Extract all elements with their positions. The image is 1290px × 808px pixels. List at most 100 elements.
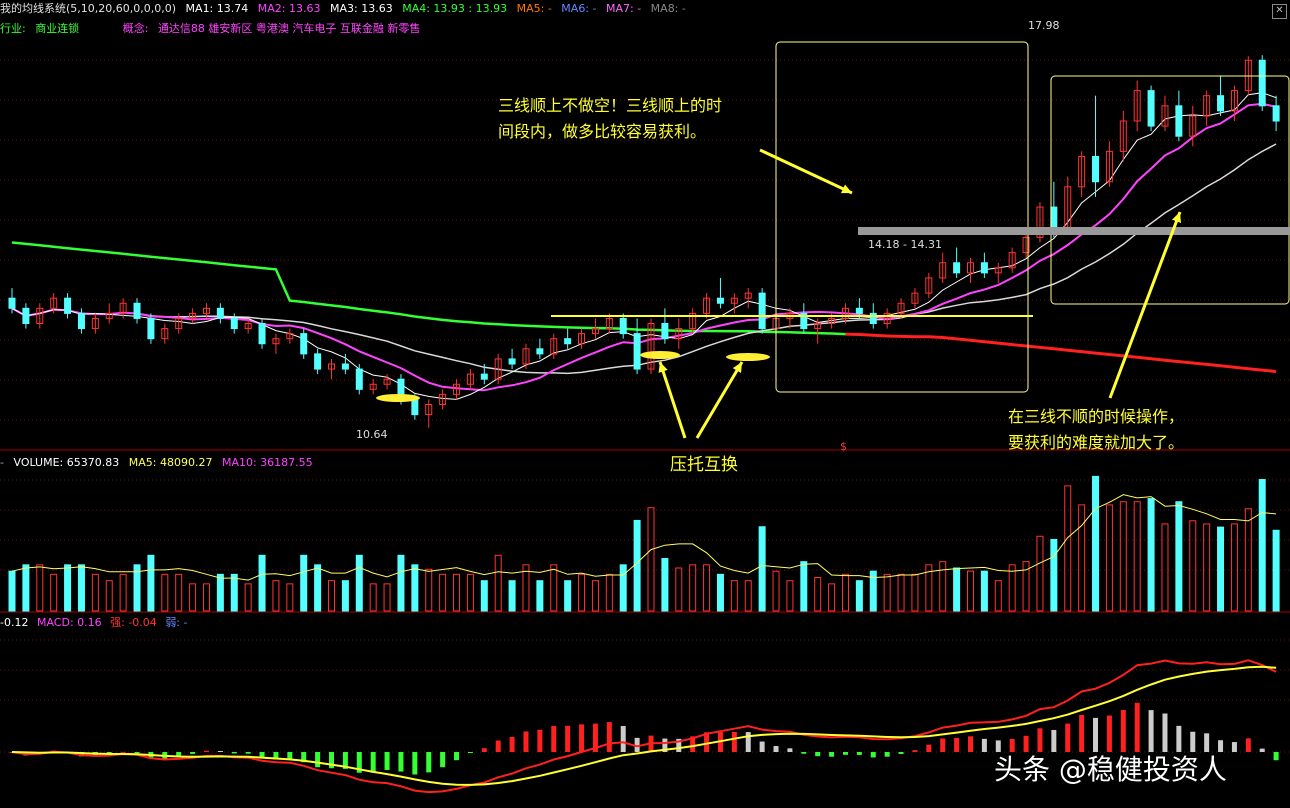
candle-body — [480, 373, 488, 380]
arrow-support-2 — [695, 361, 744, 439]
volume-bar — [1036, 535, 1044, 612]
candle-body — [258, 323, 266, 345]
macd-histogram-bar — [884, 752, 890, 757]
candle-body — [716, 297, 724, 304]
volume-bar — [1189, 520, 1197, 612]
macd-histogram-bar — [481, 748, 487, 752]
candle-body — [133, 302, 141, 319]
macd-histogram-bar — [801, 752, 807, 754]
volume-bar — [883, 573, 891, 612]
volume-ma5-line — [11, 494, 1277, 581]
volume-bar — [50, 573, 58, 612]
volume-bar — [1244, 508, 1252, 612]
candle-body — [633, 333, 641, 370]
macd-histogram-bar — [981, 738, 987, 752]
volume-bar — [1230, 523, 1238, 612]
volume-bar — [953, 567, 961, 612]
volume-bar — [1092, 475, 1100, 612]
note-bottom-line2: 要获利的难度就加大了。 — [1008, 433, 1185, 452]
volume-bar — [1272, 529, 1280, 612]
volume-bar — [411, 564, 419, 612]
volume-bar — [453, 573, 461, 612]
volume-bar — [800, 561, 808, 612]
macd-histogram-bar — [1259, 748, 1265, 752]
note-top-line1: 三线顺上不做空！三线顺上的时 — [498, 96, 723, 115]
macd-histogram-bar — [565, 725, 571, 752]
macd-histogram-bar — [454, 752, 460, 761]
volume-bar — [314, 564, 322, 612]
volume-bar — [258, 554, 266, 612]
macd-histogram-bar — [134, 752, 140, 754]
candle-body — [1050, 206, 1058, 228]
volume-bar — [1078, 504, 1086, 612]
macd-histogram-bar — [606, 722, 612, 752]
volume-bar — [647, 507, 655, 612]
candle-body — [1092, 155, 1100, 183]
candle-body — [314, 353, 322, 370]
macd-histogram-bar — [940, 738, 946, 752]
macd-histogram-bar — [898, 752, 904, 754]
macd-label: MACD: 0.16 — [36, 616, 102, 629]
volume-bar — [216, 573, 224, 612]
volume-bar — [300, 554, 308, 612]
macd-histogram-bar — [190, 752, 196, 754]
macd-histogram-bar — [495, 740, 501, 752]
macd-histogram-bar — [370, 752, 376, 773]
candle-body — [1175, 105, 1183, 137]
candle-body — [355, 368, 363, 390]
volume-bar — [383, 583, 391, 612]
watermark: 头条 @稳健投资人 — [994, 753, 1227, 786]
volume-bar — [578, 573, 586, 612]
volume-bar — [369, 583, 377, 612]
gap-band — [858, 227, 1290, 235]
ma20-line — [11, 143, 1277, 375]
volume-bar — [1203, 523, 1211, 612]
volume-bar — [619, 564, 627, 612]
volume-bar — [1133, 501, 1141, 612]
volume-bar — [480, 580, 488, 612]
macd-histogram-bar — [1273, 752, 1279, 761]
macd-histogram-bar — [1120, 709, 1126, 752]
volume-bar — [536, 580, 544, 612]
volume-bar — [550, 564, 558, 612]
volume-bar — [939, 561, 947, 612]
macd-weak: 弱: - — [165, 616, 188, 629]
volume-bar — [980, 570, 988, 612]
volume-bar — [967, 570, 974, 612]
note-top: 三线顺上不做空！三线顺上的时 间段内，做多比较容易获利。 — [498, 93, 722, 145]
macd-histogram-bar — [245, 752, 251, 754]
high-price-label: 17.98 — [1028, 19, 1060, 32]
note-top-line2: 间段内，做多比较容易获利。 — [498, 122, 707, 141]
volume-bar — [564, 580, 572, 612]
volume-bar — [494, 554, 502, 612]
macd-value: -0.12 — [0, 616, 29, 629]
volume-bar — [1258, 479, 1266, 612]
volume-bar — [994, 580, 1002, 612]
arrow-support-1-head — [658, 362, 668, 373]
volume-bar — [22, 564, 30, 612]
macd-histogram-bar — [426, 752, 432, 773]
volume-bar — [744, 580, 752, 612]
macd-histogram-bar — [412, 752, 418, 775]
cross-highlight — [726, 353, 770, 361]
candle-body — [953, 262, 961, 274]
volume-ma5: MA5: 48090.27 — [128, 456, 213, 469]
volume-bar — [189, 583, 197, 612]
cross-highlight — [640, 351, 680, 359]
candle-body — [661, 323, 669, 340]
volume-bar — [897, 573, 905, 612]
candle-body — [869, 312, 877, 324]
volume-bar — [286, 583, 294, 612]
gap-label: 14.18 - 14.31 — [868, 238, 942, 251]
volume-bar — [814, 577, 822, 612]
volume-bar — [36, 564, 44, 612]
volume-bar — [758, 526, 766, 612]
volume-bar — [911, 573, 919, 612]
macd-histogram-bar — [315, 752, 321, 768]
macd-histogram-bar — [856, 752, 862, 755]
volume-bar — [841, 573, 849, 612]
macd-histogram-bar — [1134, 702, 1140, 752]
volume-bar — [786, 580, 794, 612]
volume-bar — [119, 573, 127, 612]
macd-histogram-bar — [440, 752, 446, 768]
